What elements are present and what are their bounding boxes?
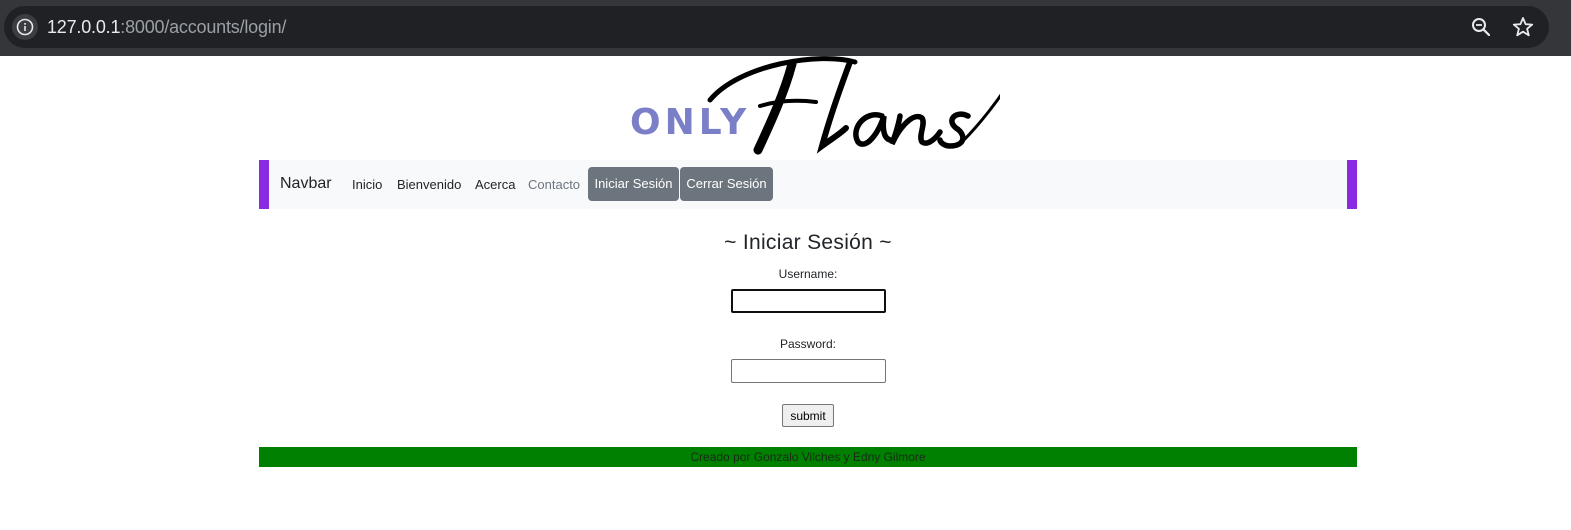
page-title: ~ Iniciar Sesión ~ <box>724 231 892 254</box>
bookmark-star-icon[interactable] <box>1511 15 1535 39</box>
nav-link-acerca[interactable]: Acerca <box>475 177 515 192</box>
nav-link-contacto[interactable]: Contacto <box>528 177 580 192</box>
submit-button[interactable]: submit <box>782 404 834 427</box>
logo-flans-script <box>707 56 1000 155</box>
username-input[interactable] <box>731 289 886 313</box>
browser-toolbar: 127.0.0.1:8000/accounts/login/ <box>0 0 1571 56</box>
navbar: Navbar Inicio Bienvenido Acerca Contacto… <box>259 160 1357 209</box>
address-bar[interactable]: 127.0.0.1:8000/accounts/login/ <box>4 6 1549 48</box>
zoom-out-icon[interactable] <box>1470 16 1492 38</box>
logout-nav-button[interactable]: Cerrar Sesión <box>680 167 773 201</box>
password-input[interactable] <box>731 359 886 383</box>
site-logo: ONLY <box>620 54 1000 158</box>
footer: Creado por Gonzalo Vilches y Edny Gilmor… <box>259 447 1357 467</box>
url-path: :8000/accounts/login/ <box>120 17 287 37</box>
nav-link-inicio[interactable]: Inicio <box>352 177 382 192</box>
navbar-brand[interactable]: Navbar <box>280 175 332 193</box>
site-info-icon[interactable] <box>12 14 38 40</box>
nav-link-bienvenido[interactable]: Bienvenido <box>397 177 461 192</box>
url-host: 127.0.0.1 <box>47 17 121 37</box>
url-text[interactable]: 127.0.0.1:8000/accounts/login/ <box>47 16 286 38</box>
login-nav-button[interactable]: Iniciar Sesión <box>588 167 679 201</box>
password-label: Password: <box>779 337 837 351</box>
username-label: Username: <box>778 267 838 281</box>
